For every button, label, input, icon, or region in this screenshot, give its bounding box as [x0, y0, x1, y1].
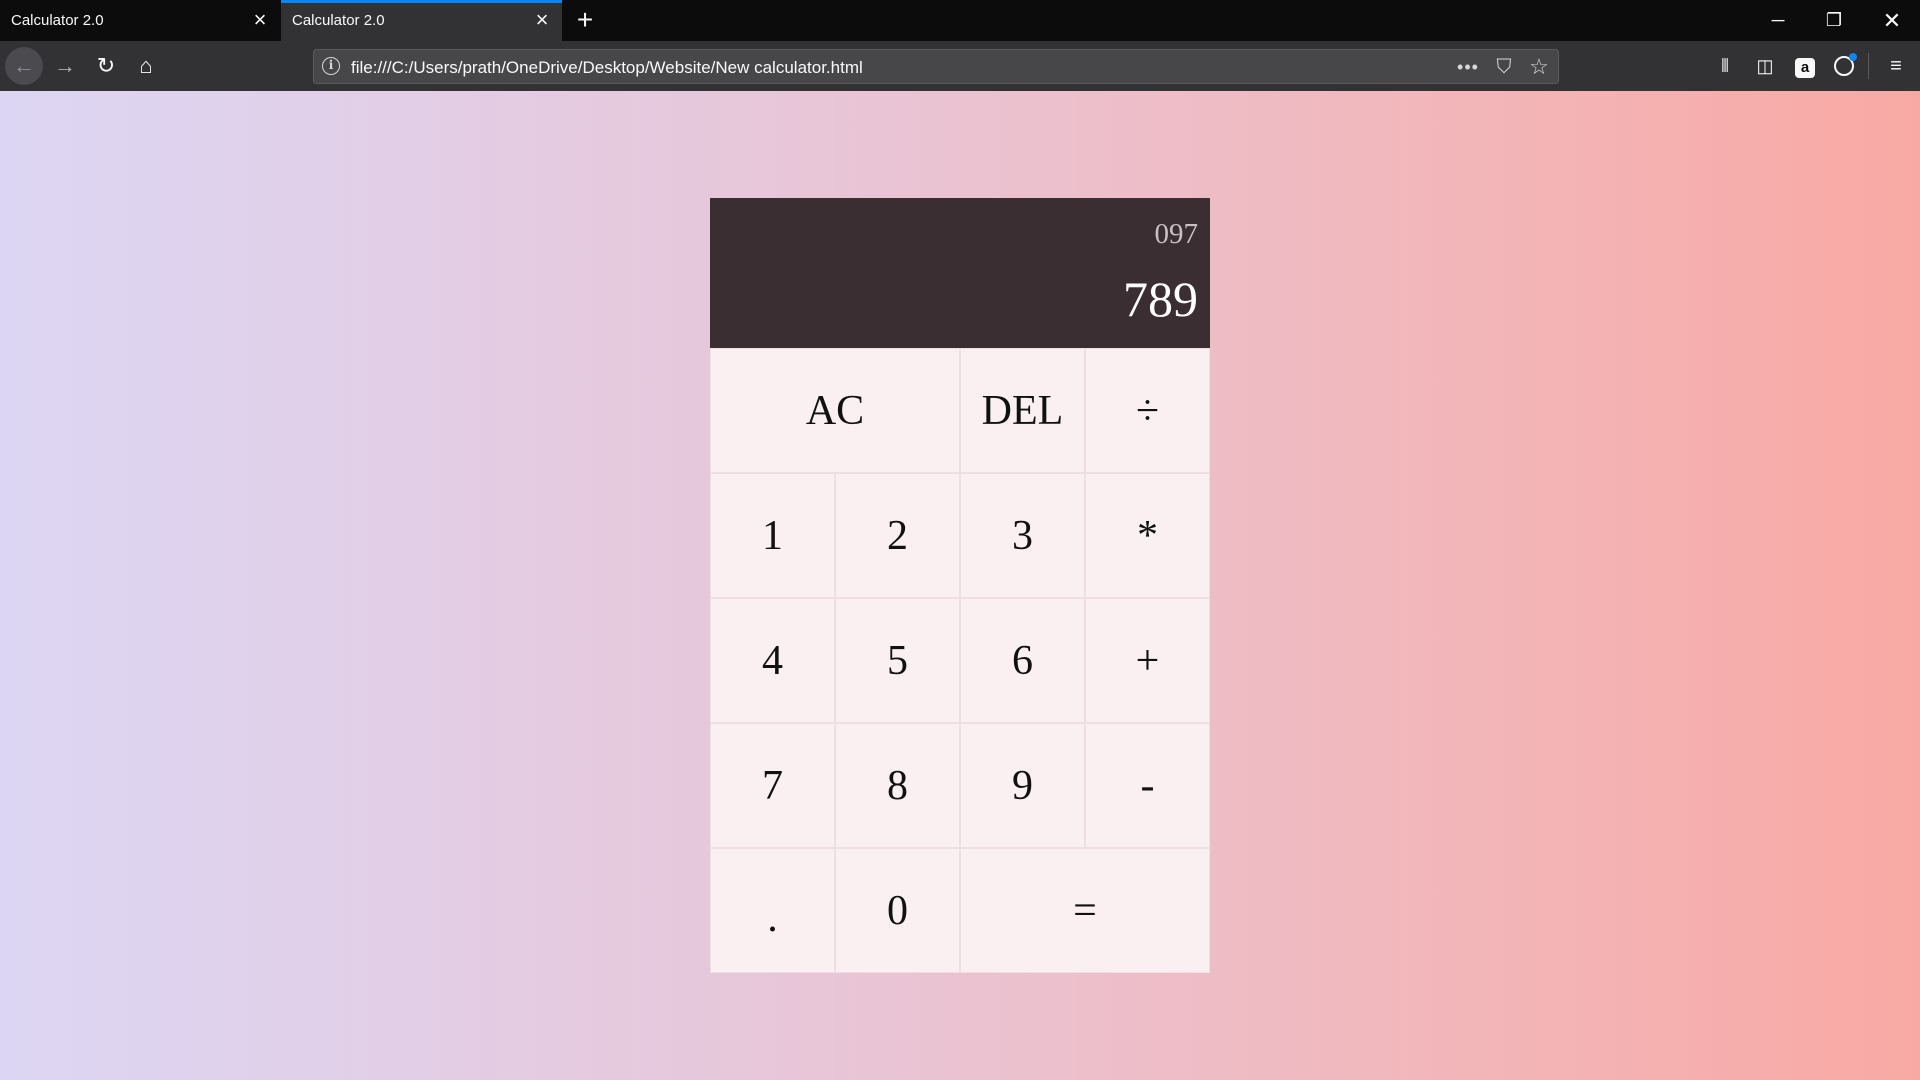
sidebar-icon[interactable]: ◫ — [1752, 53, 1778, 79]
digit-8-button[interactable]: 8 — [835, 723, 960, 848]
tab-calculator-1[interactable]: Calculator 2.0 × — [0, 0, 280, 41]
digit-0-button[interactable]: 0 — [835, 848, 960, 973]
menu-icon[interactable]: ≡ — [1883, 53, 1909, 79]
decimal-button[interactable]: . — [710, 848, 835, 973]
address-bar[interactable]: i file:///C:/Users/prath/OneDrive/Deskto… — [313, 49, 1559, 84]
delete-button[interactable]: DEL — [960, 348, 1085, 473]
multiply-button[interactable]: * — [1085, 473, 1210, 598]
home-icon[interactable]: ⌂ — [127, 47, 165, 85]
tab-title: Calculator 2.0 — [11, 12, 104, 29]
calculator-display: 097 789 — [710, 198, 1210, 348]
equals-button[interactable]: = — [960, 848, 1210, 973]
digit-7-button[interactable]: 7 — [710, 723, 835, 848]
restore-icon[interactable]: ❐ — [1806, 0, 1862, 41]
digit-6-button[interactable]: 6 — [960, 598, 1085, 723]
subtract-button[interactable]: - — [1085, 723, 1210, 848]
account-icon[interactable] — [1831, 53, 1857, 79]
tab-title: Calculator 2.0 — [292, 12, 385, 29]
digit-1-button[interactable]: 1 — [710, 473, 835, 598]
url-text[interactable]: file:///C:/Users/prath/OneDrive/Desktop/… — [351, 58, 863, 78]
bookmark-star-icon[interactable]: ☆ — [1527, 55, 1551, 79]
page-actions-icon[interactable]: ••• — [1456, 55, 1480, 79]
close-icon[interactable]: × — [250, 9, 270, 31]
pocket-icon[interactable]: ⛉ — [1492, 55, 1516, 79]
navigation-toolbar: ← → ↻ ⌂ i file:///C:/Users/prath/OneDriv… — [0, 41, 1920, 91]
digit-4-button[interactable]: 4 — [710, 598, 835, 723]
add-button[interactable]: + — [1085, 598, 1210, 723]
close-icon[interactable]: × — [532, 9, 552, 31]
library-icon[interactable]: ⫴ — [1712, 53, 1738, 79]
minimize-icon[interactable]: ─ — [1750, 0, 1806, 41]
digit-3-button[interactable]: 3 — [960, 473, 1085, 598]
all-clear-button[interactable]: AC — [710, 348, 960, 473]
forward-icon[interactable]: → — [46, 47, 84, 85]
reload-icon[interactable]: ↻ — [87, 47, 125, 85]
current-operand: 789 — [1123, 271, 1198, 328]
divide-button[interactable]: ÷ — [1085, 348, 1210, 473]
account-avatar — [1834, 53, 1857, 76]
amazon-logo: a — [1795, 58, 1815, 78]
digit-2-button[interactable]: 2 — [835, 473, 960, 598]
tab-calculator-2[interactable]: Calculator 2.0 × — [281, 0, 562, 41]
back-icon[interactable]: ← — [5, 47, 43, 85]
page-background: 097 789 AC DEL ÷ 1 2 3 * 4 5 6 + 7 8 9 -… — [0, 91, 1920, 1080]
digit-9-button[interactable]: 9 — [960, 723, 1085, 848]
site-info-icon[interactable]: i — [322, 57, 340, 75]
previous-operand: 097 — [1154, 217, 1199, 250]
amazon-extension-icon[interactable]: a — [1792, 53, 1818, 79]
digit-5-button[interactable]: 5 — [835, 598, 960, 723]
new-tab-icon[interactable]: + — [571, 6, 599, 35]
tab-strip: Calculator 2.0 × Calculator 2.0 × + ─ ❐ … — [0, 0, 1920, 41]
toolbar-divider — [1868, 53, 1869, 79]
calculator: 097 789 AC DEL ÷ 1 2 3 * 4 5 6 + 7 8 9 -… — [710, 198, 1210, 973]
window-close-icon[interactable]: ✕ — [1864, 0, 1920, 41]
